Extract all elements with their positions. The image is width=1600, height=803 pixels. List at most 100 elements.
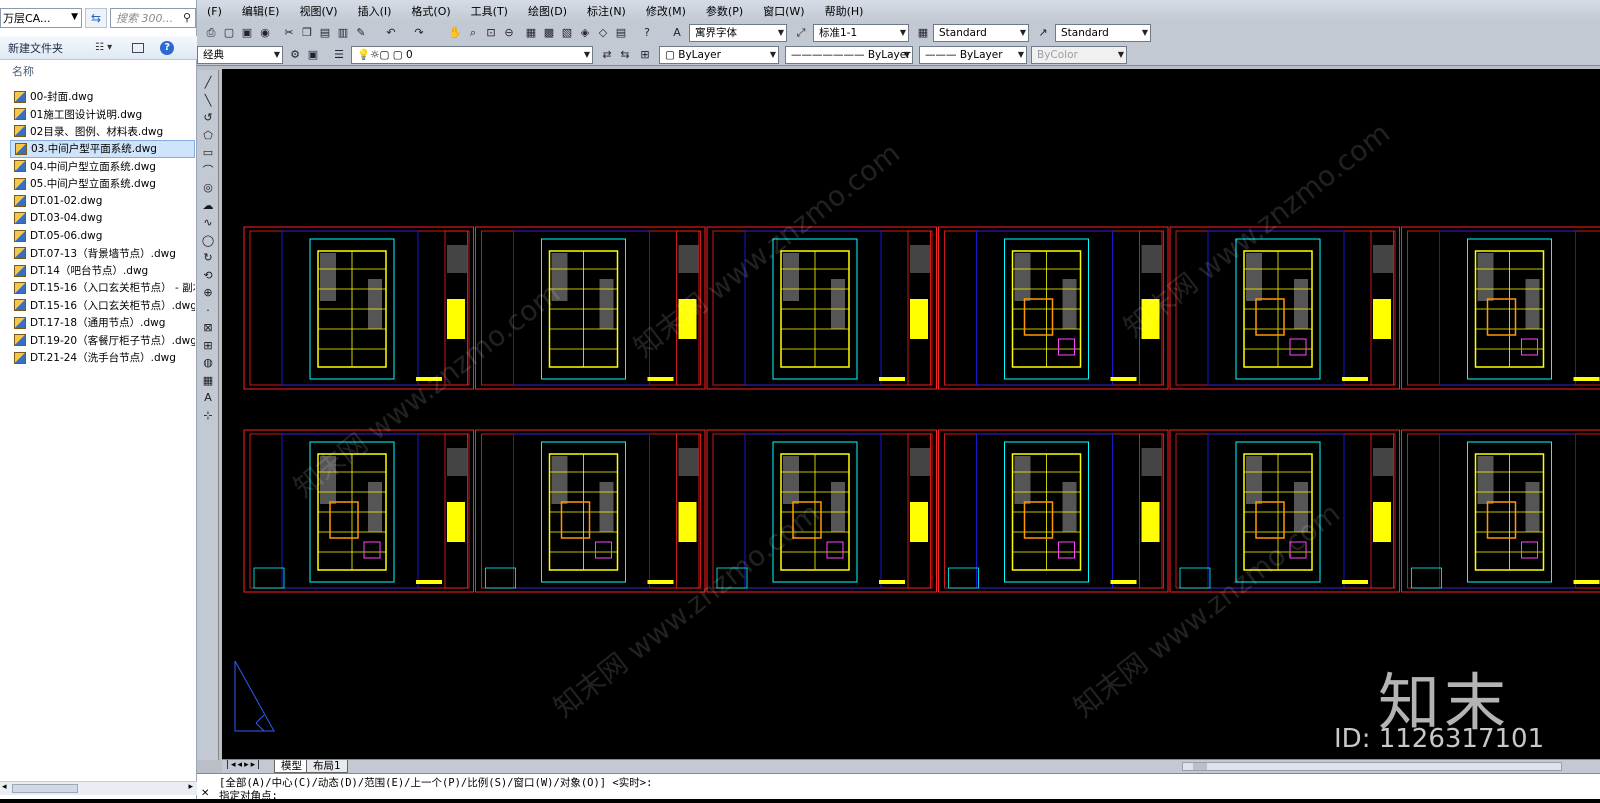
file-item[interactable]: 01施工图设计说明.dwg: [10, 105, 195, 122]
revcloud-icon[interactable]: ☁: [201, 199, 215, 213]
chevron-down-icon[interactable]: ▼: [71, 12, 78, 22]
arc-icon[interactable]: ⌒: [201, 164, 215, 178]
line-icon[interactable]: ╱: [201, 76, 215, 90]
circle-icon[interactable]: ◎: [201, 181, 215, 195]
table-style-icon[interactable]: ▦: [915, 25, 931, 41]
sheet-set-icon[interactable]: ◈: [577, 25, 593, 41]
help-icon[interactable]: ?: [160, 41, 174, 55]
scroll-left-icon[interactable]: ◂: [2, 782, 7, 792]
menu-item[interactable]: 帮助(H): [815, 3, 874, 19]
menu-item[interactable]: (F): [197, 5, 232, 18]
preview-pane-icon[interactable]: [132, 43, 144, 53]
add-selected-icon[interactable]: ⊹: [201, 409, 215, 423]
file-item[interactable]: 03.中间户型平面系统.dwg: [10, 140, 195, 157]
menu-item[interactable]: 窗口(W): [753, 3, 814, 19]
cut-icon[interactable]: ✂: [281, 25, 297, 41]
point-icon[interactable]: ·: [201, 304, 215, 318]
spline-icon[interactable]: ∿: [201, 216, 215, 230]
menu-item[interactable]: 绘图(D): [518, 3, 577, 19]
region-icon[interactable]: ◍: [201, 356, 215, 370]
color-select[interactable]: ▢ ByLayer▼: [659, 46, 779, 64]
file-item[interactable]: DT.01-02.dwg: [10, 192, 195, 209]
file-item[interactable]: DT.05-06.dwg: [10, 227, 195, 244]
zoom-window-icon[interactable]: ⊡: [483, 25, 499, 41]
properties-icon[interactable]: ▦: [523, 25, 539, 41]
workspace-settings-icon[interactable]: ⚙: [287, 47, 303, 63]
linetype-select[interactable]: ——————— ByLayer▼: [785, 46, 913, 64]
tool-palettes-icon[interactable]: ▧: [559, 25, 575, 41]
ellipse-icon[interactable]: ◯: [201, 234, 215, 248]
address-field[interactable]: 万层CA... ▼: [0, 8, 82, 28]
polygon-icon[interactable]: ⬠: [201, 129, 215, 143]
help-icon-toolbar[interactable]: ?: [639, 25, 655, 41]
column-header-name[interactable]: 名称: [0, 62, 197, 82]
construction-line-icon[interactable]: ╲: [201, 94, 215, 108]
zoom-realtime-icon[interactable]: ⌕: [465, 25, 481, 41]
multileader-style-icon[interactable]: ↗: [1035, 25, 1051, 41]
file-item[interactable]: 05.中间户型立面系统.dwg: [10, 175, 195, 192]
lineweight-select[interactable]: ——— ByLayer▼: [919, 46, 1027, 64]
plot-preview-icon[interactable]: ▢: [221, 25, 237, 41]
publish-icon[interactable]: ▣: [239, 25, 255, 41]
ellipse-arc-icon[interactable]: ↻: [201, 251, 215, 265]
undo-icon[interactable]: ↶: [383, 25, 399, 41]
menu-item[interactable]: 视图(V): [289, 3, 347, 19]
gradient-icon[interactable]: ⊞: [201, 339, 215, 353]
match-properties-icon[interactable]: ✎: [353, 25, 369, 41]
dim-style-icon[interactable]: ⤢: [793, 25, 809, 41]
search-input[interactable]: 搜索 300... ⚲: [110, 8, 196, 28]
calculator-icon[interactable]: ▤: [613, 25, 629, 41]
file-item[interactable]: 02目录、图例、材料表.dwg: [10, 123, 195, 140]
multileader-style-select[interactable]: Standard▼: [1055, 24, 1151, 42]
view-options-icon[interactable]: ☷ ▾: [95, 42, 112, 53]
menu-item[interactable]: 插入(I): [348, 3, 402, 19]
file-item[interactable]: DT.21-24（洗手台节点）.dwg: [10, 349, 195, 366]
menu-item[interactable]: 参数(P): [696, 3, 753, 19]
3d-dwf-icon[interactable]: ◉: [257, 25, 273, 41]
menu-item[interactable]: 标注(N): [577, 3, 636, 19]
mtext-icon[interactable]: A: [201, 391, 215, 405]
pan-icon[interactable]: ✋: [447, 25, 463, 41]
layer-states-icon[interactable]: ⊞: [637, 47, 653, 63]
file-item[interactable]: DT.07-13（背景墙节点）.dwg: [10, 245, 195, 262]
table-icon[interactable]: ▦: [201, 374, 215, 388]
hatch-icon[interactable]: ⊠: [201, 321, 215, 335]
search-icon[interactable]: ⚲: [183, 11, 191, 24]
file-item[interactable]: DT.15-16（入口玄关柜节点）.dwg: [10, 297, 195, 314]
file-item[interactable]: DT.14（吧台节点）.dwg: [10, 262, 195, 279]
menu-item[interactable]: 编辑(E): [232, 3, 290, 19]
workspace-icon[interactable]: ▣: [305, 47, 321, 63]
copy-icon[interactable]: ❐: [299, 25, 315, 41]
tab-layout1[interactable]: 布局1: [306, 760, 348, 773]
scroll-right-icon[interactable]: ▸: [188, 782, 193, 792]
menu-item[interactable]: 修改(M): [636, 3, 696, 19]
file-item[interactable]: DT.03-04.dwg: [10, 210, 195, 227]
drawing-horizontal-scrollbar[interactable]: [1182, 762, 1562, 771]
make-block-icon[interactable]: ⊕: [201, 286, 215, 300]
explorer-horizontal-scrollbar[interactable]: ◂ ▸: [0, 781, 197, 795]
refresh-button[interactable]: ⇆: [85, 8, 107, 28]
layer-select[interactable]: 💡☼▢ ▢ 0▼: [351, 46, 593, 64]
dim-style-select[interactable]: 标准1-1▼: [813, 24, 909, 42]
workspace-select[interactable]: 经典▼: [197, 46, 283, 64]
scrollbar-thumb[interactable]: [1193, 763, 1207, 770]
design-center-icon[interactable]: ▩: [541, 25, 557, 41]
paste-block-icon[interactable]: ▥: [335, 25, 351, 41]
make-current-layer-icon[interactable]: ⇄: [599, 47, 615, 63]
markup-icon[interactable]: ◇: [595, 25, 611, 41]
file-item[interactable]: 04.中间户型立面系统.dwg: [10, 158, 195, 175]
paste-icon[interactable]: ▤: [317, 25, 333, 41]
file-item[interactable]: 00-封面.dwg: [10, 88, 195, 105]
zoom-previous-icon[interactable]: ⊖: [501, 25, 517, 41]
close-icon[interactable]: ✕: [201, 788, 209, 799]
text-style-select[interactable]: 寓界字体▼: [689, 24, 787, 42]
menu-item[interactable]: 工具(T): [461, 3, 518, 19]
text-style-icon[interactable]: A: [669, 25, 685, 41]
rectangle-icon[interactable]: ▭: [201, 146, 215, 160]
scrollbar-thumb[interactable]: [12, 784, 78, 793]
file-item[interactable]: DT.19-20（客餐厅柜子节点）.dwg: [10, 331, 195, 348]
command-line[interactable]: ✕ [全部(A)/中心(C)/动态(D)/范围(E)/上一个(P)/比例(S)/…: [197, 773, 1600, 799]
layer-manager-icon[interactable]: ☰: [331, 47, 347, 63]
new-folder-button[interactable]: 新建文件夹: [8, 40, 63, 56]
redo-icon[interactable]: ↷: [411, 25, 427, 41]
